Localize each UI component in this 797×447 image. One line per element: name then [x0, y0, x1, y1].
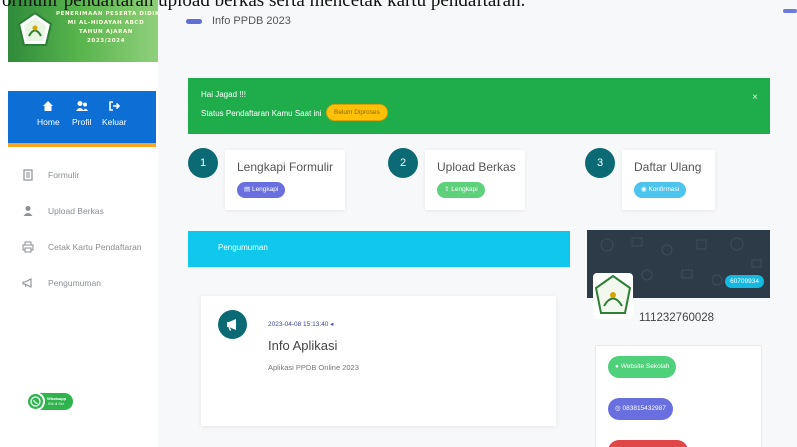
upload-icon	[23, 206, 33, 216]
sidebar-menu: Formulir Upload Berkas Cetak Kartu Penda…	[22, 157, 142, 301]
announcement-date-value: 2023-04-08 15:13:40	[268, 321, 329, 328]
whatsapp-number-button[interactable]: ◎ 083815432987	[608, 398, 673, 420]
button-label: Lengkapi	[451, 186, 478, 193]
sidebar-item-formulir[interactable]: Formulir	[22, 157, 142, 193]
step-number: 2	[388, 148, 418, 178]
school-emblem-icon	[18, 12, 52, 46]
nav-logout[interactable]: Keluar	[102, 99, 127, 127]
page-caption-text: ormulir pendaftaran upload berkas serta …	[2, 0, 526, 11]
upload-files-button[interactable]: ⇧ Lengkapi	[437, 182, 485, 198]
red-contact-button[interactable]	[608, 440, 688, 447]
logo-text: PENERIMAAN PESERTA DIDIK BARU MI AL-HIDA…	[56, 10, 158, 46]
sidebar-item-label: Pengumuman	[48, 278, 101, 288]
alert-status-label: Status Pendaftaran Kamu Saat ini	[201, 109, 322, 118]
whatsapp-label: Whatsapp	[47, 396, 67, 401]
header-accent-bar	[186, 18, 202, 24]
page-header: Info PPDB 2023	[186, 15, 291, 27]
alert-close-button[interactable]: ×	[752, 92, 758, 103]
button-label: Lengkapi	[251, 186, 279, 193]
whatsapp-sublabel: Klik di Sini	[48, 402, 65, 406]
nav-profile-label: Profil	[72, 117, 92, 127]
sidebar-item-label: Upload Berkas	[48, 206, 104, 216]
step-title: Lengkapi Formulir	[237, 160, 334, 174]
nav-profile[interactable]: Profil	[72, 99, 91, 127]
nav-home-label: Home	[37, 117, 60, 127]
top-nav: Home Profil Keluar	[8, 91, 156, 147]
logout-icon	[109, 101, 121, 111]
logo-line: MI AL-HIDAYAH ABCD	[67, 20, 145, 26]
sidebar-item-announcement[interactable]: Pengumuman	[22, 265, 142, 301]
nav-home[interactable]: Home	[37, 99, 60, 127]
announcement-date: 2023-04-08 15:13:40 ◂	[268, 321, 334, 328]
sidebar-item-print-card[interactable]: Cetak Kartu Pendaftaran	[22, 229, 142, 265]
status-alert: Hai Jagad !!! Status Pendaftaran Kamu Sa…	[188, 78, 770, 134]
registration-id-badge: 60709934	[725, 275, 764, 288]
megaphone-icon	[218, 310, 247, 339]
announcement-header-label: Pengumuman	[218, 243, 268, 252]
logo-line: TAHUN AJARAN	[78, 29, 134, 35]
step-card: Upload Berkas ⇧ Lengkapi	[425, 150, 525, 210]
announcement-header: Pengumuman	[188, 231, 570, 267]
announcement-description: Aplikasi PPDB Online 2023	[268, 363, 359, 372]
announcement-title[interactable]: Info Aplikasi	[268, 338, 337, 353]
step-title: Daftar Ulang	[634, 160, 702, 174]
whatsapp-button[interactable]: Whatsapp Klik di Sini	[26, 392, 73, 411]
step-card: Lengkapi Formulir ▤ Lengkapi	[225, 150, 345, 210]
button-label: Website Sekolah	[620, 363, 670, 370]
home-icon	[43, 101, 54, 111]
form-icon: ▤	[244, 186, 252, 193]
sidebar-item-upload[interactable]: Upload Berkas	[22, 193, 142, 229]
print-icon	[22, 241, 34, 253]
avatar	[593, 273, 633, 319]
button-label: Konfirmasi	[648, 186, 680, 193]
users-icon	[75, 101, 88, 111]
status-badge: Belum Diproses	[326, 104, 388, 121]
megaphone-icon	[22, 278, 32, 288]
edge-marker	[783, 9, 797, 13]
logo-line: PENERIMAAN PESERTA DIDIK BARU	[56, 11, 158, 17]
sidebar-item-label: Formulir	[48, 170, 80, 180]
step-number: 1	[188, 148, 218, 178]
announcement-card: 2023-04-08 15:13:40 ◂ Info Aplikasi Apli…	[201, 296, 556, 426]
student-number: 111232760028	[639, 312, 715, 324]
contact-links: ● Website Sekolah ◎ 083815432987	[595, 345, 762, 447]
whatsapp-icon	[26, 392, 45, 411]
main-content: Info PPDB 2023 Hai Jagad !!! Status Pend…	[158, 0, 797, 447]
complete-form-button[interactable]: ▤ Lengkapi	[237, 182, 286, 198]
confirm-reregistration-button[interactable]: ◉ Konfirmasi	[634, 182, 687, 198]
alert-greeting: Hai Jagad !!!	[201, 90, 246, 99]
step-title: Upload Berkas	[437, 160, 516, 174]
step-card: Daftar Ulang ◉ Konfirmasi	[622, 150, 715, 210]
page-title: Info PPDB 2023	[212, 15, 291, 27]
nav-logout-label: Keluar	[102, 117, 127, 127]
sidebar: PENERIMAAN PESERTA DIDIK BARU MI AL-HIDA…	[0, 0, 158, 447]
step-number: 3	[585, 148, 615, 178]
sidebar-item-label: Cetak Kartu Pendaftaran	[48, 242, 142, 252]
button-label: 083815432987	[622, 405, 666, 412]
form-icon	[23, 169, 33, 181]
website-button[interactable]: ● Website Sekolah	[608, 356, 677, 378]
profile-card: 60709934 111232760028 ● Website Sekolah …	[587, 230, 770, 447]
logo-line: 2023/2024	[86, 38, 126, 44]
